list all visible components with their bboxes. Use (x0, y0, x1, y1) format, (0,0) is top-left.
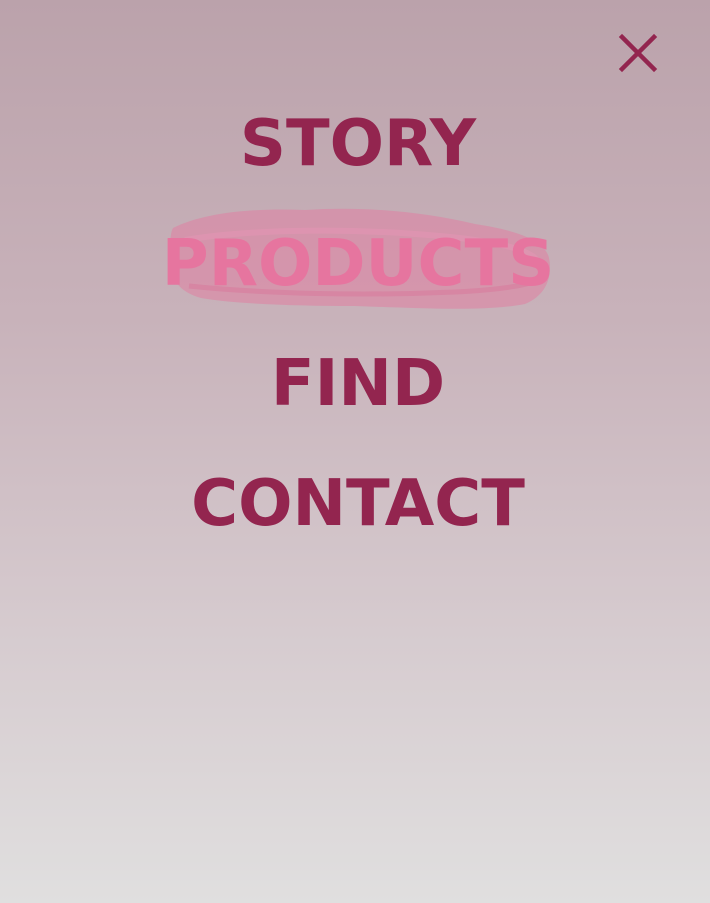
menu-item-label: FIND (270, 347, 446, 421)
menu-item-label: STORY (239, 107, 477, 181)
menu-item-label: PRODUCTS (161, 227, 555, 301)
menu-item-story[interactable]: STORY (0, 104, 710, 184)
main-menu: STORY PRODUCTS FIND CONTACT (0, 0, 710, 903)
menu-item-label: CONTACT (191, 467, 525, 541)
menu-item-contact[interactable]: CONTACT (0, 464, 710, 544)
menu-item-products[interactable]: PRODUCTS (0, 224, 710, 304)
menu-item-find[interactable]: FIND (0, 344, 710, 424)
